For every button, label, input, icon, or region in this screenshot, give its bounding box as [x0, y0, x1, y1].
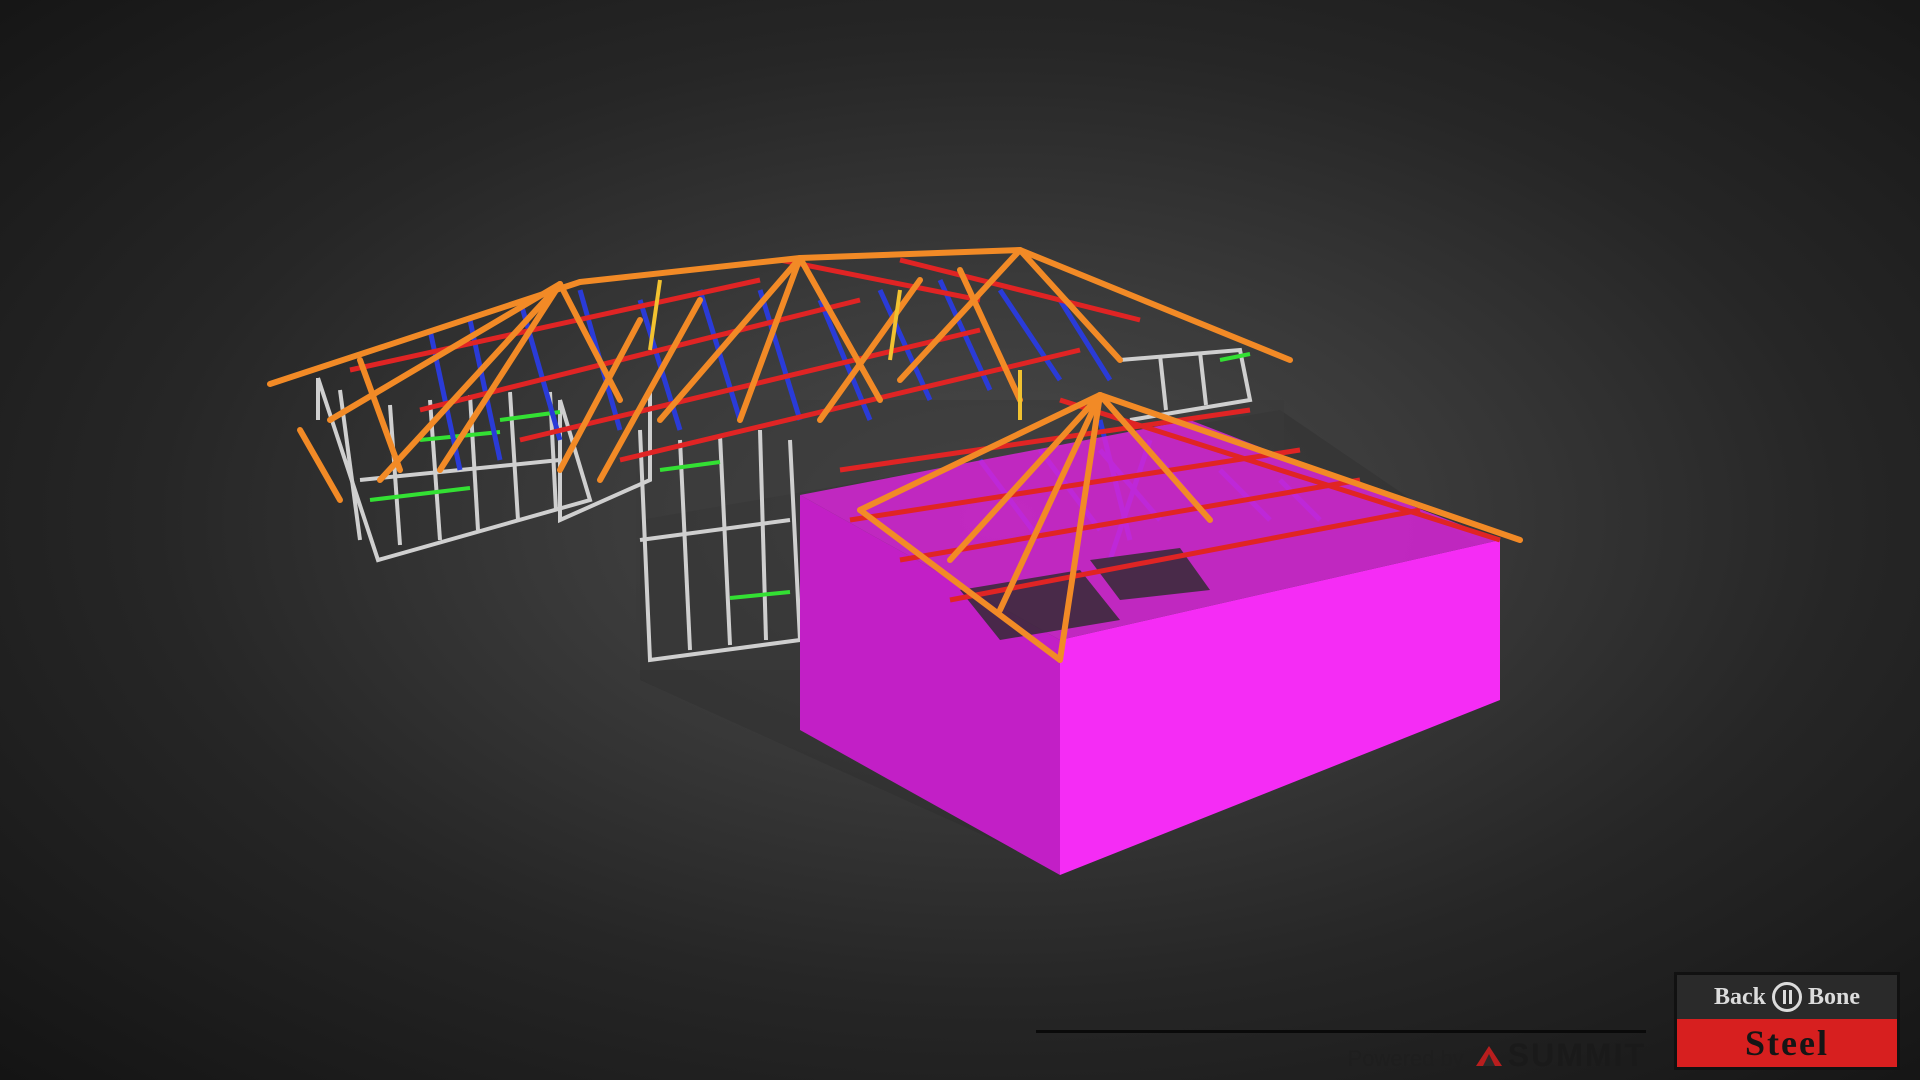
logo-word-steel: Steel — [1745, 1023, 1829, 1063]
watermark-divider — [1036, 1030, 1646, 1033]
summit-brand: SUMMIT — [1474, 1037, 1646, 1074]
logo-word-bone: Bone — [1808, 983, 1861, 1010]
logo-word-back: Back — [1713, 983, 1766, 1010]
backbone-emblem-icon — [1772, 982, 1802, 1012]
model-viewport[interactable] — [0, 0, 1920, 1080]
backbone-steel-logo: Back Bone Steel — [1674, 972, 1900, 1070]
powered-by-label: Powered by — [1347, 1046, 1464, 1071]
summit-logo-icon — [1475, 1045, 1502, 1066]
powered-by-watermark[interactable]: Powered by SUMMIT — [1036, 1030, 1646, 1074]
summit-brand-label: SUMMIT — [1507, 1037, 1646, 1073]
